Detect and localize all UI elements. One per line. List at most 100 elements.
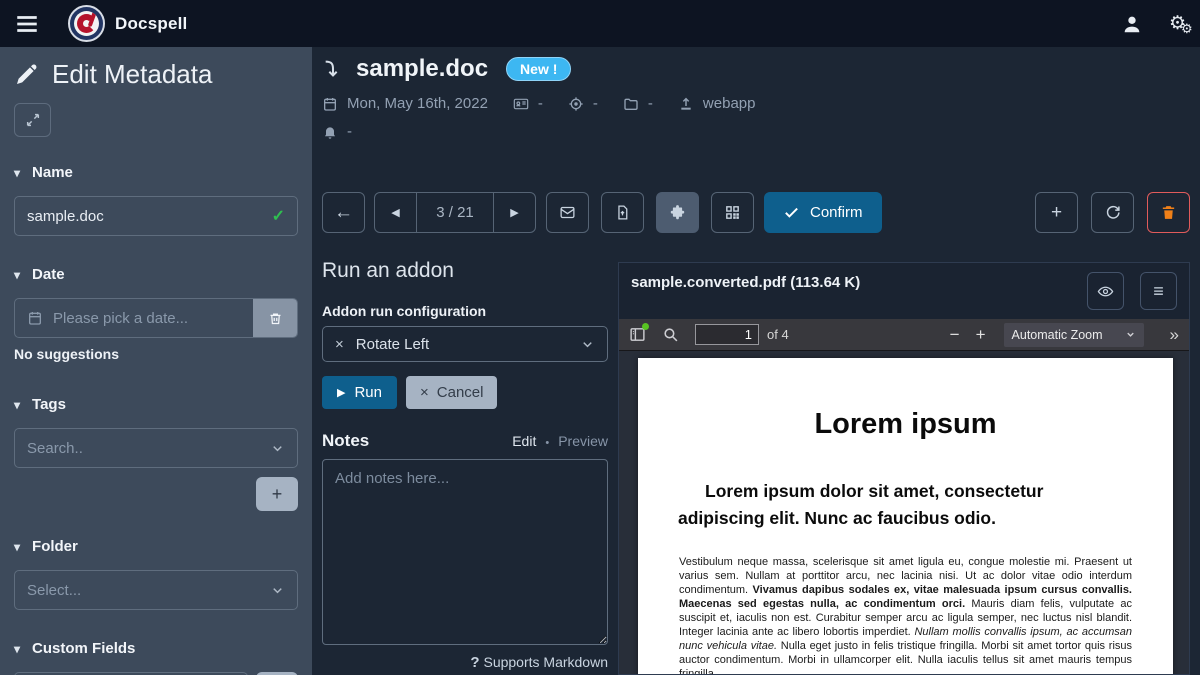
menu-icon: ≡ bbox=[1153, 282, 1164, 300]
item-header: sample.doc New ! Mon, May 16th, 2022 - -… bbox=[322, 55, 755, 140]
send-mail-button[interactable] bbox=[546, 192, 589, 233]
no-suggestions-text: No suggestions bbox=[14, 346, 298, 362]
tags-placeholder: Search.. bbox=[27, 440, 83, 457]
user-icon[interactable] bbox=[1121, 13, 1143, 35]
pdf-page-input[interactable] bbox=[695, 324, 759, 345]
addon-title: Run an addon bbox=[322, 259, 608, 283]
chevron-down-icon bbox=[270, 441, 285, 456]
item-correspondent: - bbox=[538, 95, 543, 112]
date-picker[interactable]: Please pick a date... bbox=[14, 298, 298, 338]
notes-preview-tab[interactable]: Preview bbox=[558, 433, 608, 449]
hamburger-menu-icon[interactable] bbox=[14, 13, 40, 35]
docspell-logo-icon[interactable] bbox=[68, 5, 105, 42]
close-icon: × bbox=[420, 384, 429, 401]
folder-placeholder: Select... bbox=[27, 582, 81, 599]
pdf-viewer[interactable]: Lorem ipsum Lorem ipsum dolor sit amet, … bbox=[619, 351, 1189, 674]
pdf-zoom-select[interactable]: Automatic Zoom bbox=[1004, 323, 1144, 347]
addon-notes-column: Run an addon Addon run configuration × R… bbox=[322, 259, 608, 675]
prev-item-button[interactable]: ◀ bbox=[375, 193, 417, 232]
pdf-doc-subtitle: Lorem ipsum dolor sit amet, consectetur … bbox=[678, 478, 1133, 532]
folder-section-label: Folder bbox=[32, 538, 78, 555]
pencil-icon bbox=[14, 63, 38, 87]
attachment-menu-button[interactable]: ≡ bbox=[1140, 272, 1177, 310]
pdf-tools-expand-button[interactable]: » bbox=[1170, 325, 1179, 345]
zoom-in-button[interactable]: + bbox=[968, 325, 994, 345]
eye-icon bbox=[1097, 283, 1114, 300]
back-button[interactable]: ← bbox=[322, 192, 365, 233]
section-header-date[interactable]: ▾ Date bbox=[14, 266, 298, 283]
clear-date-button[interactable] bbox=[253, 299, 297, 337]
edit-metadata-sidebar: Edit Metadata ▾ Name ✓ ▾ Date Please pic… bbox=[0, 47, 312, 675]
addon-config-select[interactable]: × Rotate Left bbox=[322, 326, 608, 362]
item-title: sample.doc bbox=[356, 55, 488, 83]
pdfjs-toolbar: of 4 − + Automatic Zoom » bbox=[619, 319, 1189, 351]
envelope-icon bbox=[559, 204, 576, 221]
name-input-wrap: ✓ bbox=[14, 196, 298, 236]
cancel-addon-button[interactable]: × Cancel bbox=[406, 376, 497, 409]
file-upload-icon bbox=[614, 204, 631, 221]
folder-select[interactable]: Select... bbox=[14, 570, 298, 610]
processing-gears-icon[interactable]: ⚙⚙ bbox=[1169, 14, 1186, 33]
item-toolbar: ← ◀ 3 / 21 ▶ bbox=[322, 192, 1190, 233]
qr-code-button[interactable] bbox=[711, 192, 754, 233]
item-due-row: - bbox=[322, 123, 755, 140]
run-label: Run bbox=[354, 384, 382, 401]
preview-eye-button[interactable] bbox=[1087, 272, 1124, 310]
add-item-button[interactable]: + bbox=[1035, 192, 1078, 233]
attach-file-button[interactable] bbox=[601, 192, 644, 233]
top-navbar: Docspell ⚙⚙ bbox=[0, 0, 1200, 47]
help-icon[interactable]: ? bbox=[470, 654, 479, 671]
arrow-curve-down-icon bbox=[322, 58, 344, 80]
name-input[interactable] bbox=[27, 208, 272, 225]
pdf-sidebar-toggle-icon[interactable] bbox=[629, 326, 646, 343]
delete-item-button[interactable] bbox=[1147, 192, 1190, 233]
brand-title: Docspell bbox=[115, 14, 187, 34]
status-dot bbox=[642, 323, 649, 330]
trash-icon bbox=[1160, 204, 1177, 221]
pdf-search-icon[interactable] bbox=[662, 326, 679, 343]
custom-fields-section-label: Custom Fields bbox=[32, 640, 135, 657]
pdf-page: Lorem ipsum Lorem ipsum dolor sit amet, … bbox=[638, 358, 1173, 674]
check-icon bbox=[783, 204, 800, 221]
item-date: Mon, May 16th, 2022 bbox=[347, 95, 488, 112]
next-item-button[interactable]: ▶ bbox=[493, 193, 535, 232]
sidebar-title: Edit Metadata bbox=[52, 59, 212, 90]
tags-section-label: Tags bbox=[32, 396, 66, 413]
notes-textarea[interactable] bbox=[322, 459, 608, 645]
crosshair-icon bbox=[568, 96, 584, 112]
tags-select[interactable]: Search.. bbox=[14, 428, 298, 468]
saved-check-icon: ✓ bbox=[272, 206, 285, 226]
pdf-doc-title: Lorem ipsum bbox=[638, 408, 1173, 441]
markdown-hint: ? Supports Markdown bbox=[322, 654, 608, 671]
item-due-date: - bbox=[347, 123, 352, 140]
caret-down-icon: ▾ bbox=[14, 642, 20, 656]
arrow-left-icon: ← bbox=[334, 203, 353, 222]
pdf-doc-body: Vestibulum neque massa, scelerisque sit … bbox=[679, 556, 1132, 674]
clear-selection-icon[interactable]: × bbox=[335, 336, 344, 353]
item-source: webapp bbox=[703, 95, 756, 112]
addon-config-label: Addon run configuration bbox=[322, 303, 608, 319]
item-meta-row: Mon, May 16th, 2022 - - - webapp bbox=[322, 95, 755, 112]
addon-selected-value: Rotate Left bbox=[356, 336, 429, 353]
notes-header: Notes Edit • Preview bbox=[322, 431, 608, 451]
name-section-label: Name bbox=[32, 164, 73, 181]
addon-button[interactable] bbox=[656, 192, 699, 233]
add-tag-button[interactable]: + bbox=[256, 477, 298, 511]
qr-code-icon bbox=[724, 204, 741, 221]
expand-sidebar-button[interactable] bbox=[14, 103, 51, 137]
id-card-icon bbox=[513, 96, 529, 112]
run-addon-button[interactable]: ▶ Run bbox=[322, 376, 397, 409]
chevron-down-icon bbox=[580, 337, 595, 352]
caret-down-icon: ▾ bbox=[14, 166, 20, 180]
section-header-tags[interactable]: ▾ Tags bbox=[14, 396, 298, 413]
section-header-folder[interactable]: ▾ Folder bbox=[14, 538, 298, 555]
attachment-header: sample.converted.pdf (113.64 K) ≡ bbox=[619, 263, 1189, 319]
notes-tab-separator: • bbox=[545, 437, 549, 449]
zoom-out-button[interactable]: − bbox=[942, 325, 968, 345]
section-header-custom-fields[interactable]: ▾ Custom Fields bbox=[14, 640, 298, 657]
reprocess-button[interactable] bbox=[1091, 192, 1134, 233]
confirm-button[interactable]: Confirm bbox=[764, 192, 882, 233]
notes-edit-tab[interactable]: Edit bbox=[512, 433, 536, 449]
section-header-name[interactable]: ▾ Name bbox=[14, 164, 298, 181]
notes-title: Notes bbox=[322, 431, 369, 451]
